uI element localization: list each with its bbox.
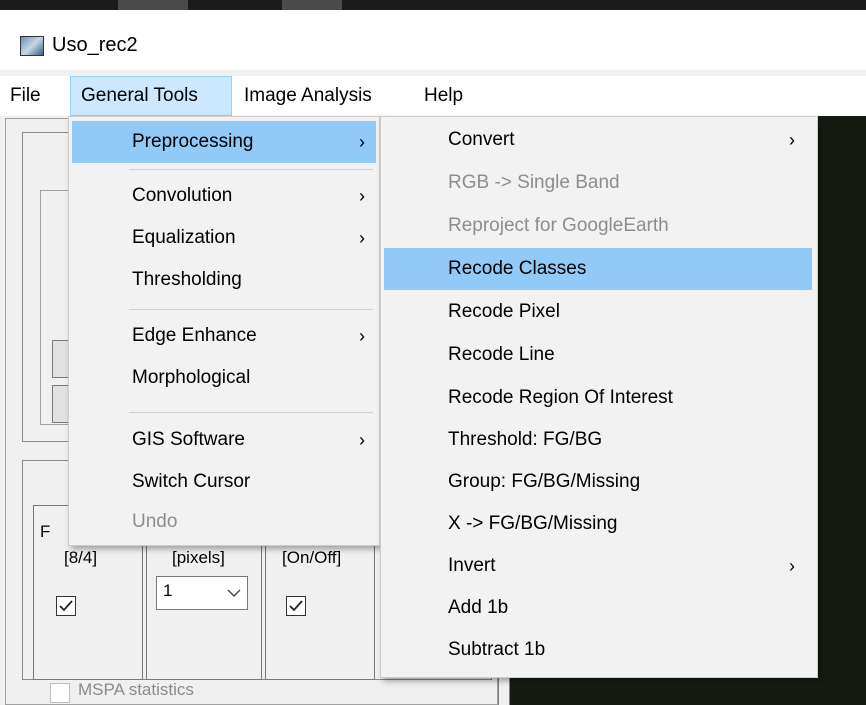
- menu-item-label: RGB -> Single Band: [448, 172, 620, 193]
- menu-bar: File General Tools Image Analysis Help: [0, 76, 866, 116]
- menu-item-label: Group: FG/BG/Missing: [448, 471, 641, 492]
- col-head-fg: [8/4]: [64, 548, 98, 567]
- menu-item-add-1b[interactable]: Add 1b: [384, 587, 814, 629]
- menu-item-recode-line[interactable]: Recode Line: [384, 334, 814, 376]
- menu-item-preprocessing[interactable]: Preprocessing ›: [72, 121, 376, 163]
- menu-item-convolution[interactable]: Convolution ›: [72, 175, 376, 217]
- menu-item-switch-cursor[interactable]: Switch Cursor: [72, 461, 376, 503]
- menu-item-thresholding[interactable]: Thresholding: [72, 259, 376, 301]
- top-bar-segment: [282, 0, 342, 10]
- menu-item-label: Recode Line: [448, 344, 555, 365]
- onoff-checkbox[interactable]: [286, 596, 306, 616]
- window-title: Uso_rec2: [52, 34, 138, 56]
- menu-item-label: X -> FG/BG/Missing: [448, 513, 618, 534]
- fg-checkbox[interactable]: [56, 596, 76, 616]
- menu-item-subtract-1b[interactable]: Subtract 1b: [384, 629, 814, 671]
- menu-item-threshold-fg-bg[interactable]: Threshold: FG/BG: [384, 419, 814, 461]
- menu-item-label: GIS Software: [132, 429, 245, 450]
- menu-item-morphological[interactable]: Morphological: [72, 357, 376, 399]
- menu-item-x-fg-bg-missing[interactable]: X -> FG/BG/Missing: [384, 503, 814, 545]
- chevron-right-icon: ›: [359, 430, 365, 450]
- col-head-top: F: [40, 522, 51, 541]
- menu-item-label: Thresholding: [132, 269, 242, 290]
- chevron-right-icon: ›: [789, 556, 795, 576]
- mspa-statistics-label: MSPA statistics: [78, 680, 194, 699]
- menu-item-rgb-single-band[interactable]: RGB -> Single Band: [384, 162, 814, 204]
- menu-item-undo[interactable]: Undo: [72, 501, 376, 543]
- chevron-right-icon: ›: [359, 132, 365, 152]
- menu-item-label: Invert: [448, 555, 496, 576]
- menu-item-recode-roi[interactable]: Recode Region Of Interest: [384, 377, 814, 419]
- menu-item-group-fg-bg-missing[interactable]: Group: FG/BG/Missing: [384, 461, 814, 503]
- menu-item-convert[interactable]: Convert ›: [384, 119, 814, 161]
- menu-item-label: Reproject for GoogleEarth: [448, 215, 669, 236]
- pixels-combo[interactable]: 1: [156, 576, 248, 610]
- title-bar: Uso_rec2: [0, 10, 866, 70]
- chevron-right-icon: ›: [359, 186, 365, 206]
- checkmark-icon: [289, 600, 303, 612]
- menu-separator: [129, 412, 373, 413]
- menu-item-label: Recode Classes: [448, 258, 587, 279]
- screen-top-bar: [0, 0, 866, 10]
- menu-item-label: Edge Enhance: [132, 325, 257, 346]
- mspa-statistics-checkbox[interactable]: [50, 683, 70, 703]
- preprocessing-submenu: Convert › RGB -> Single Band Reproject f…: [380, 116, 818, 678]
- chevron-right-icon: ›: [359, 326, 365, 346]
- combo-value: 1: [163, 581, 173, 600]
- menu-item-label: Recode Pixel: [448, 301, 560, 322]
- menu-item-recode-classes[interactable]: Recode Classes: [384, 248, 812, 290]
- top-bar-segment: [118, 0, 188, 10]
- menu-item-reproject-googleearth[interactable]: Reproject for GoogleEarth: [384, 205, 814, 247]
- menu-item-label: Convert: [448, 129, 515, 150]
- col-head-pixels: [pixels]: [172, 548, 225, 567]
- col-head-onoff: [On/Off]: [282, 548, 342, 567]
- menu-item-gis-software[interactable]: GIS Software ›: [72, 419, 376, 461]
- menu-item-label: Recode Region Of Interest: [448, 387, 673, 408]
- menu-item-invert[interactable]: Invert ›: [384, 545, 814, 587]
- menu-item-label: Morphological: [132, 367, 251, 388]
- chevron-right-icon: ›: [359, 228, 365, 248]
- menu-item-label: Subtract 1b: [448, 639, 546, 660]
- menu-item-label: Preprocessing: [132, 131, 254, 152]
- menu-image-analysis[interactable]: Image Analysis: [234, 76, 382, 116]
- menu-item-edge-enhance[interactable]: Edge Enhance ›: [72, 315, 376, 357]
- checkmark-icon: [59, 600, 73, 612]
- menu-item-label: Equalization: [132, 227, 236, 248]
- menu-general-tools[interactable]: General Tools: [70, 76, 232, 116]
- general-tools-menu: Preprocessing › Convolution › Equalizati…: [68, 116, 380, 546]
- menu-item-equalization[interactable]: Equalization ›: [72, 217, 376, 259]
- menu-item-label: Undo: [132, 511, 178, 532]
- chevron-right-icon: ›: [789, 130, 795, 150]
- menu-item-label: Switch Cursor: [132, 471, 251, 492]
- menu-item-label: Add 1b: [448, 597, 509, 618]
- menu-item-label: Convolution: [132, 185, 233, 206]
- menu-separator: [129, 169, 373, 170]
- menu-item-label: Threshold: FG/BG: [448, 429, 603, 450]
- menu-separator: [129, 309, 373, 310]
- menu-item-recode-pixel[interactable]: Recode Pixel: [384, 291, 814, 333]
- menu-help[interactable]: Help: [414, 76, 473, 116]
- menu-file[interactable]: File: [0, 76, 51, 116]
- chevron-down-icon: [227, 589, 241, 597]
- app-icon: [20, 36, 44, 56]
